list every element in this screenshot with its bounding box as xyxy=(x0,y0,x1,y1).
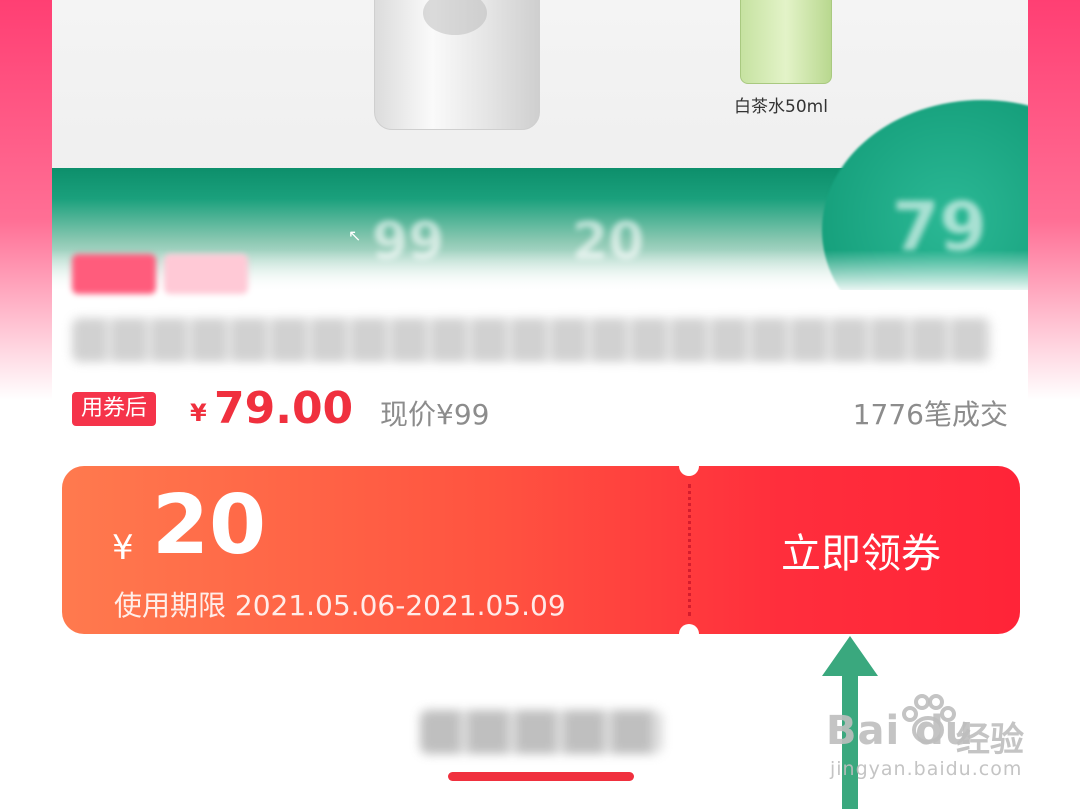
bottle-small xyxy=(740,0,832,84)
tab-indicator xyxy=(448,772,634,781)
price-currency: ¥ xyxy=(190,399,207,427)
tag-badge xyxy=(72,254,156,294)
product-image[interactable]: 白茶水50ml 99 20 79 ↖ xyxy=(52,0,1028,290)
baidu-watermark: Bai du 经验 jingyan.baidu.com xyxy=(826,690,1036,790)
coupon-currency: ¥ xyxy=(112,528,134,568)
tag-badge xyxy=(164,254,248,294)
watermark-url: jingyan.baidu.com xyxy=(830,758,1023,780)
coupon-price: 79.00 xyxy=(214,383,354,434)
claim-coupon-button[interactable]: 立即领券 xyxy=(702,466,1020,634)
bottle-large xyxy=(374,0,540,130)
side-border-right xyxy=(1028,0,1080,400)
coupon-notch xyxy=(679,466,699,476)
price-row: 用券后 ¥ 79.00 现价¥99 1776笔成交 xyxy=(72,383,1008,435)
bottle-caption: 白茶水50ml xyxy=(734,97,828,117)
after-coupon-tag: 用券后 xyxy=(72,392,157,426)
coupon-amount: 20 xyxy=(152,478,267,573)
current-price: 现价¥99 xyxy=(380,398,490,431)
product-title xyxy=(72,318,992,362)
cursor-icon: ↖ xyxy=(348,226,362,245)
baidu-paw-icon xyxy=(902,694,956,744)
coupon-validity: 使用期限 2021.05.06-2021.05.09 xyxy=(114,589,566,622)
coupon-card[interactable]: ¥ 20 使用期限 2021.05.06-2021.05.09 立即领券 xyxy=(62,466,1020,634)
sales-count: 1776笔成交 xyxy=(852,398,1008,431)
watermark-name: 经验 xyxy=(956,720,1024,760)
coupon-divider xyxy=(688,484,691,616)
more-recommend-tab[interactable] xyxy=(420,710,662,754)
coupon-notch xyxy=(679,624,699,634)
side-border-left xyxy=(0,0,52,400)
